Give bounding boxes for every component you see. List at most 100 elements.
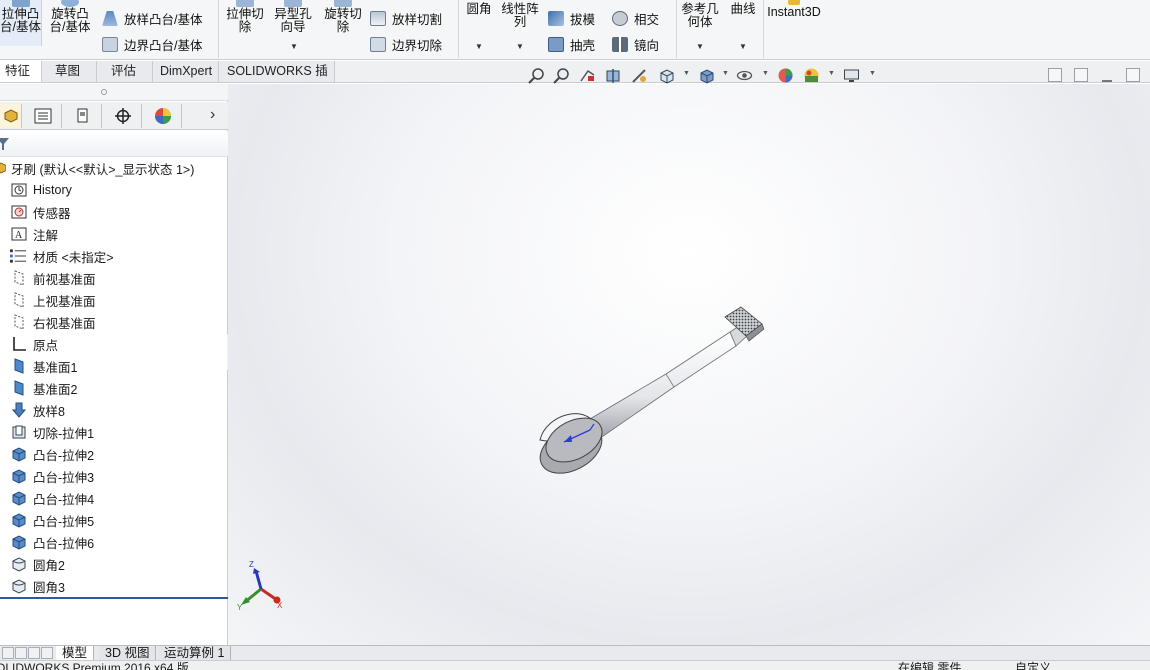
tile-right-icon[interactable] — [1074, 68, 1088, 82]
filter-icon[interactable] — [0, 137, 9, 151]
boundary-cut-button[interactable]: 边界切除 — [370, 35, 442, 54]
tile-left-icon[interactable] — [1048, 68, 1062, 82]
tab-dimxpert[interactable]: DimXpert — [153, 61, 219, 82]
tree-item[interactable]: History — [10, 179, 72, 201]
tree-item[interactable]: 基准面2 — [10, 377, 77, 399]
extrude-cut-button[interactable]: 拉伸切 除 — [222, 0, 268, 34]
display-style-icon[interactable] — [698, 67, 715, 84]
tab-display-manager[interactable] — [144, 104, 182, 128]
shell-icon — [548, 37, 564, 52]
tree-item[interactable]: 材质 <未指定> — [10, 245, 114, 267]
curves-dropdown-icon[interactable]: ▼ — [739, 42, 747, 51]
tree-root-part[interactable]: 牙刷 (默认<<默认>_显示状态 1>) — [0, 157, 194, 179]
boundary-boss-button[interactable]: 边界凸台/基体 — [102, 35, 202, 54]
revolve-cut-button[interactable]: 旋转切 除 — [320, 0, 366, 34]
model-view[interactable]: X Y Z — [228, 84, 1150, 646]
first-tab-icon[interactable] — [2, 647, 14, 659]
toothbrush-model[interactable] — [532, 306, 765, 483]
tab-dimxpert-manager[interactable] — [104, 104, 142, 128]
reference-geometry-label: 参考几 何体 — [681, 2, 719, 29]
fillet-dropdown-icon[interactable]: ▼ — [475, 42, 483, 51]
tree-item[interactable]: 圆角3 — [10, 575, 65, 597]
previous-view-icon[interactable] — [579, 67, 596, 84]
hide-show-items-icon[interactable] — [736, 67, 753, 84]
tree-item[interactable]: 凸台-拉伸2 — [10, 443, 94, 465]
hole-wizard-dropdown-icon[interactable]: ▼ — [290, 42, 298, 51]
view-settings-icon[interactable] — [843, 67, 860, 84]
hide-show-dropdown-icon[interactable]: ▼ — [762, 70, 769, 77]
triad-z-label: Z — [249, 560, 254, 569]
curves-button[interactable]: 曲线 — [726, 3, 760, 16]
tab-features[interactable]: 特征 — [0, 61, 42, 82]
tree-item[interactable]: 基准面1 — [10, 355, 77, 377]
loft-boss-icon — [102, 11, 118, 26]
tree-item[interactable]: 放样8 — [10, 399, 65, 421]
mirror-button[interactable]: 镜向 — [612, 35, 659, 54]
tree-item[interactable]: 传感器 — [10, 201, 71, 223]
edit-appearance-icon[interactable] — [777, 67, 794, 84]
linear-pattern-dropdown-icon[interactable]: ▼ — [516, 42, 524, 51]
tab-feature-manager[interactable] — [0, 104, 22, 128]
shell-button[interactable]: 抽壳 — [548, 35, 595, 54]
tab-evaluate[interactable]: 评估 — [97, 61, 153, 82]
tree-rollback-bar[interactable] — [0, 597, 228, 599]
status-units-custom[interactable]: 自定义 — [1015, 662, 1051, 670]
tab-sketch[interactable]: 草图 — [42, 61, 97, 82]
fillet-button[interactable]: 圆角 — [462, 3, 496, 16]
graphics-area[interactable]: X Y Z — [228, 84, 1150, 646]
extrude-boss-button[interactable]: 拉伸凸 台/基体 — [0, 0, 42, 46]
tab-configuration-manager[interactable] — [64, 104, 102, 128]
command-manager-tabs: 特征 草图 评估 DimXpert SOLIDWORKS 插件 — [0, 61, 1150, 98]
hole-wizard-button[interactable]: 异型孔 向导 — [270, 0, 316, 34]
loft-cut-button[interactable]: 放样切割 — [370, 9, 442, 28]
dynamic-annotation-icon[interactable] — [631, 67, 648, 84]
restore-icon[interactable] — [1126, 68, 1140, 82]
tree-item[interactable]: 圆角2 — [10, 553, 65, 575]
manager-tabs: › — [0, 102, 228, 130]
ribbon-separator — [763, 0, 764, 58]
reference-geometry-dropdown-icon[interactable]: ▼ — [696, 42, 704, 51]
tree-item[interactable]: 前视基准面 — [10, 267, 96, 289]
next-tab-icon[interactable] — [28, 647, 40, 659]
tree-item[interactable]: 右视基准面 — [10, 311, 96, 333]
tab-property-manager[interactable] — [24, 104, 62, 128]
zoom-to-fit-icon[interactable] — [528, 67, 545, 84]
tab-solidworks-addins[interactable]: SOLIDWORKS 插件 — [219, 61, 335, 98]
plane-solid-icon — [10, 380, 27, 396]
tree-item[interactable]: 切除-拉伸1 — [10, 421, 94, 443]
tree-item[interactable]: 上视基准面 — [10, 289, 96, 311]
annotation-icon: A — [10, 226, 27, 242]
linear-pattern-button[interactable]: 线性阵 列 — [498, 3, 542, 29]
tree-item[interactable]: 凸台-拉伸4 — [10, 487, 94, 509]
pane-collapse-handle[interactable] — [0, 84, 228, 101]
view-orientation-icon[interactable] — [658, 67, 675, 84]
tree-filter-bar[interactable] — [0, 131, 228, 157]
tree-item[interactable]: 凸台-拉伸3 — [10, 465, 94, 487]
minimize-icon[interactable] — [1102, 80, 1112, 82]
last-tab-icon[interactable] — [41, 647, 53, 659]
view-settings-dropdown-icon[interactable]: ▼ — [869, 70, 876, 77]
zoom-to-area-icon[interactable] — [553, 67, 570, 84]
apply-scene-icon[interactable] — [803, 67, 820, 84]
tree-item[interactable]: 凸台-拉伸5 — [10, 509, 94, 531]
tab-motion-study[interactable]: 运动算例 1 — [158, 646, 232, 661]
reference-geometry-button[interactable]: 参考几 何体 — [678, 3, 722, 29]
prev-tab-icon[interactable] — [15, 647, 27, 659]
intersect-button[interactable]: 相交 — [612, 9, 659, 28]
revolve-boss-label: 旋转凸 台/基体 — [49, 7, 91, 34]
tree-item[interactable]: 凸台-拉伸6 — [10, 531, 94, 553]
more-tabs-chevron-icon[interactable]: › — [210, 106, 215, 124]
tree-item[interactable]: A 注解 — [10, 223, 58, 245]
instant3d-button[interactable]: Instant3D — [766, 0, 822, 19]
tree-item[interactable]: 原点 — [10, 333, 58, 355]
tab-model[interactable]: 模型 — [56, 646, 95, 661]
tab-3d-views[interactable]: 3D 视图 — [99, 646, 157, 661]
revolve-boss-button[interactable]: 旋转凸 台/基体 — [46, 0, 94, 34]
view-orientation-dropdown-icon[interactable]: ▼ — [683, 70, 690, 77]
loft-boss-button[interactable]: 放样凸台/基体 — [102, 9, 202, 28]
display-style-dropdown-icon[interactable]: ▼ — [722, 70, 729, 77]
draft-button[interactable]: 拔模 — [548, 9, 595, 28]
section-view-icon[interactable] — [605, 67, 622, 84]
cut-extrude-icon — [10, 424, 27, 440]
apply-scene-dropdown-icon[interactable]: ▼ — [828, 70, 835, 77]
